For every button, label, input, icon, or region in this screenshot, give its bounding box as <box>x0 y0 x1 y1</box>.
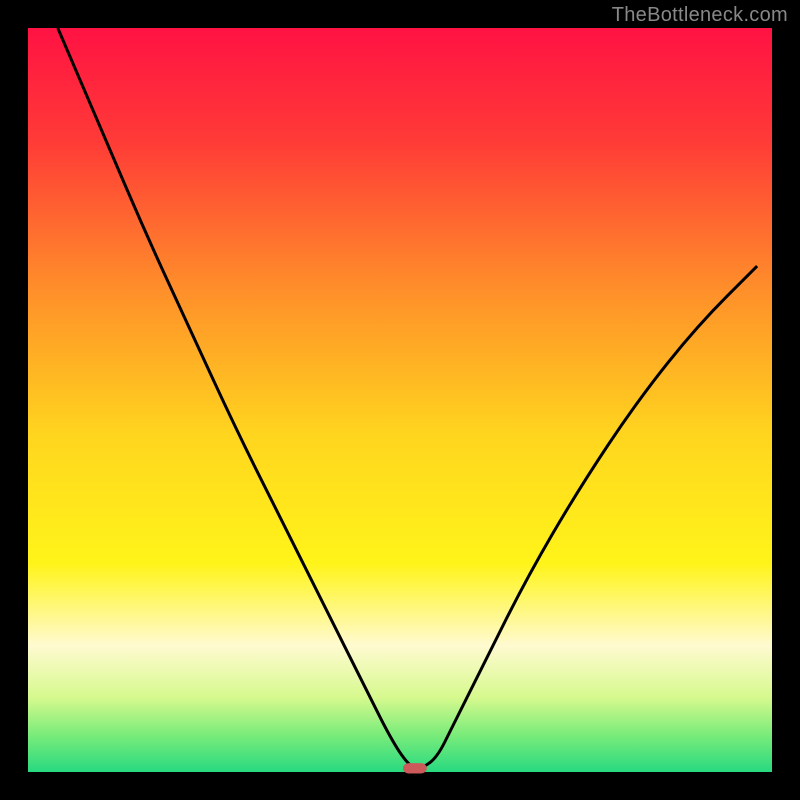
watermark-text: TheBottleneck.com <box>612 4 788 27</box>
plot-background <box>28 28 772 772</box>
optimal-marker <box>403 763 427 773</box>
chart-frame: TheBottleneck.com <box>0 0 800 800</box>
bottleneck-chart <box>0 0 800 800</box>
